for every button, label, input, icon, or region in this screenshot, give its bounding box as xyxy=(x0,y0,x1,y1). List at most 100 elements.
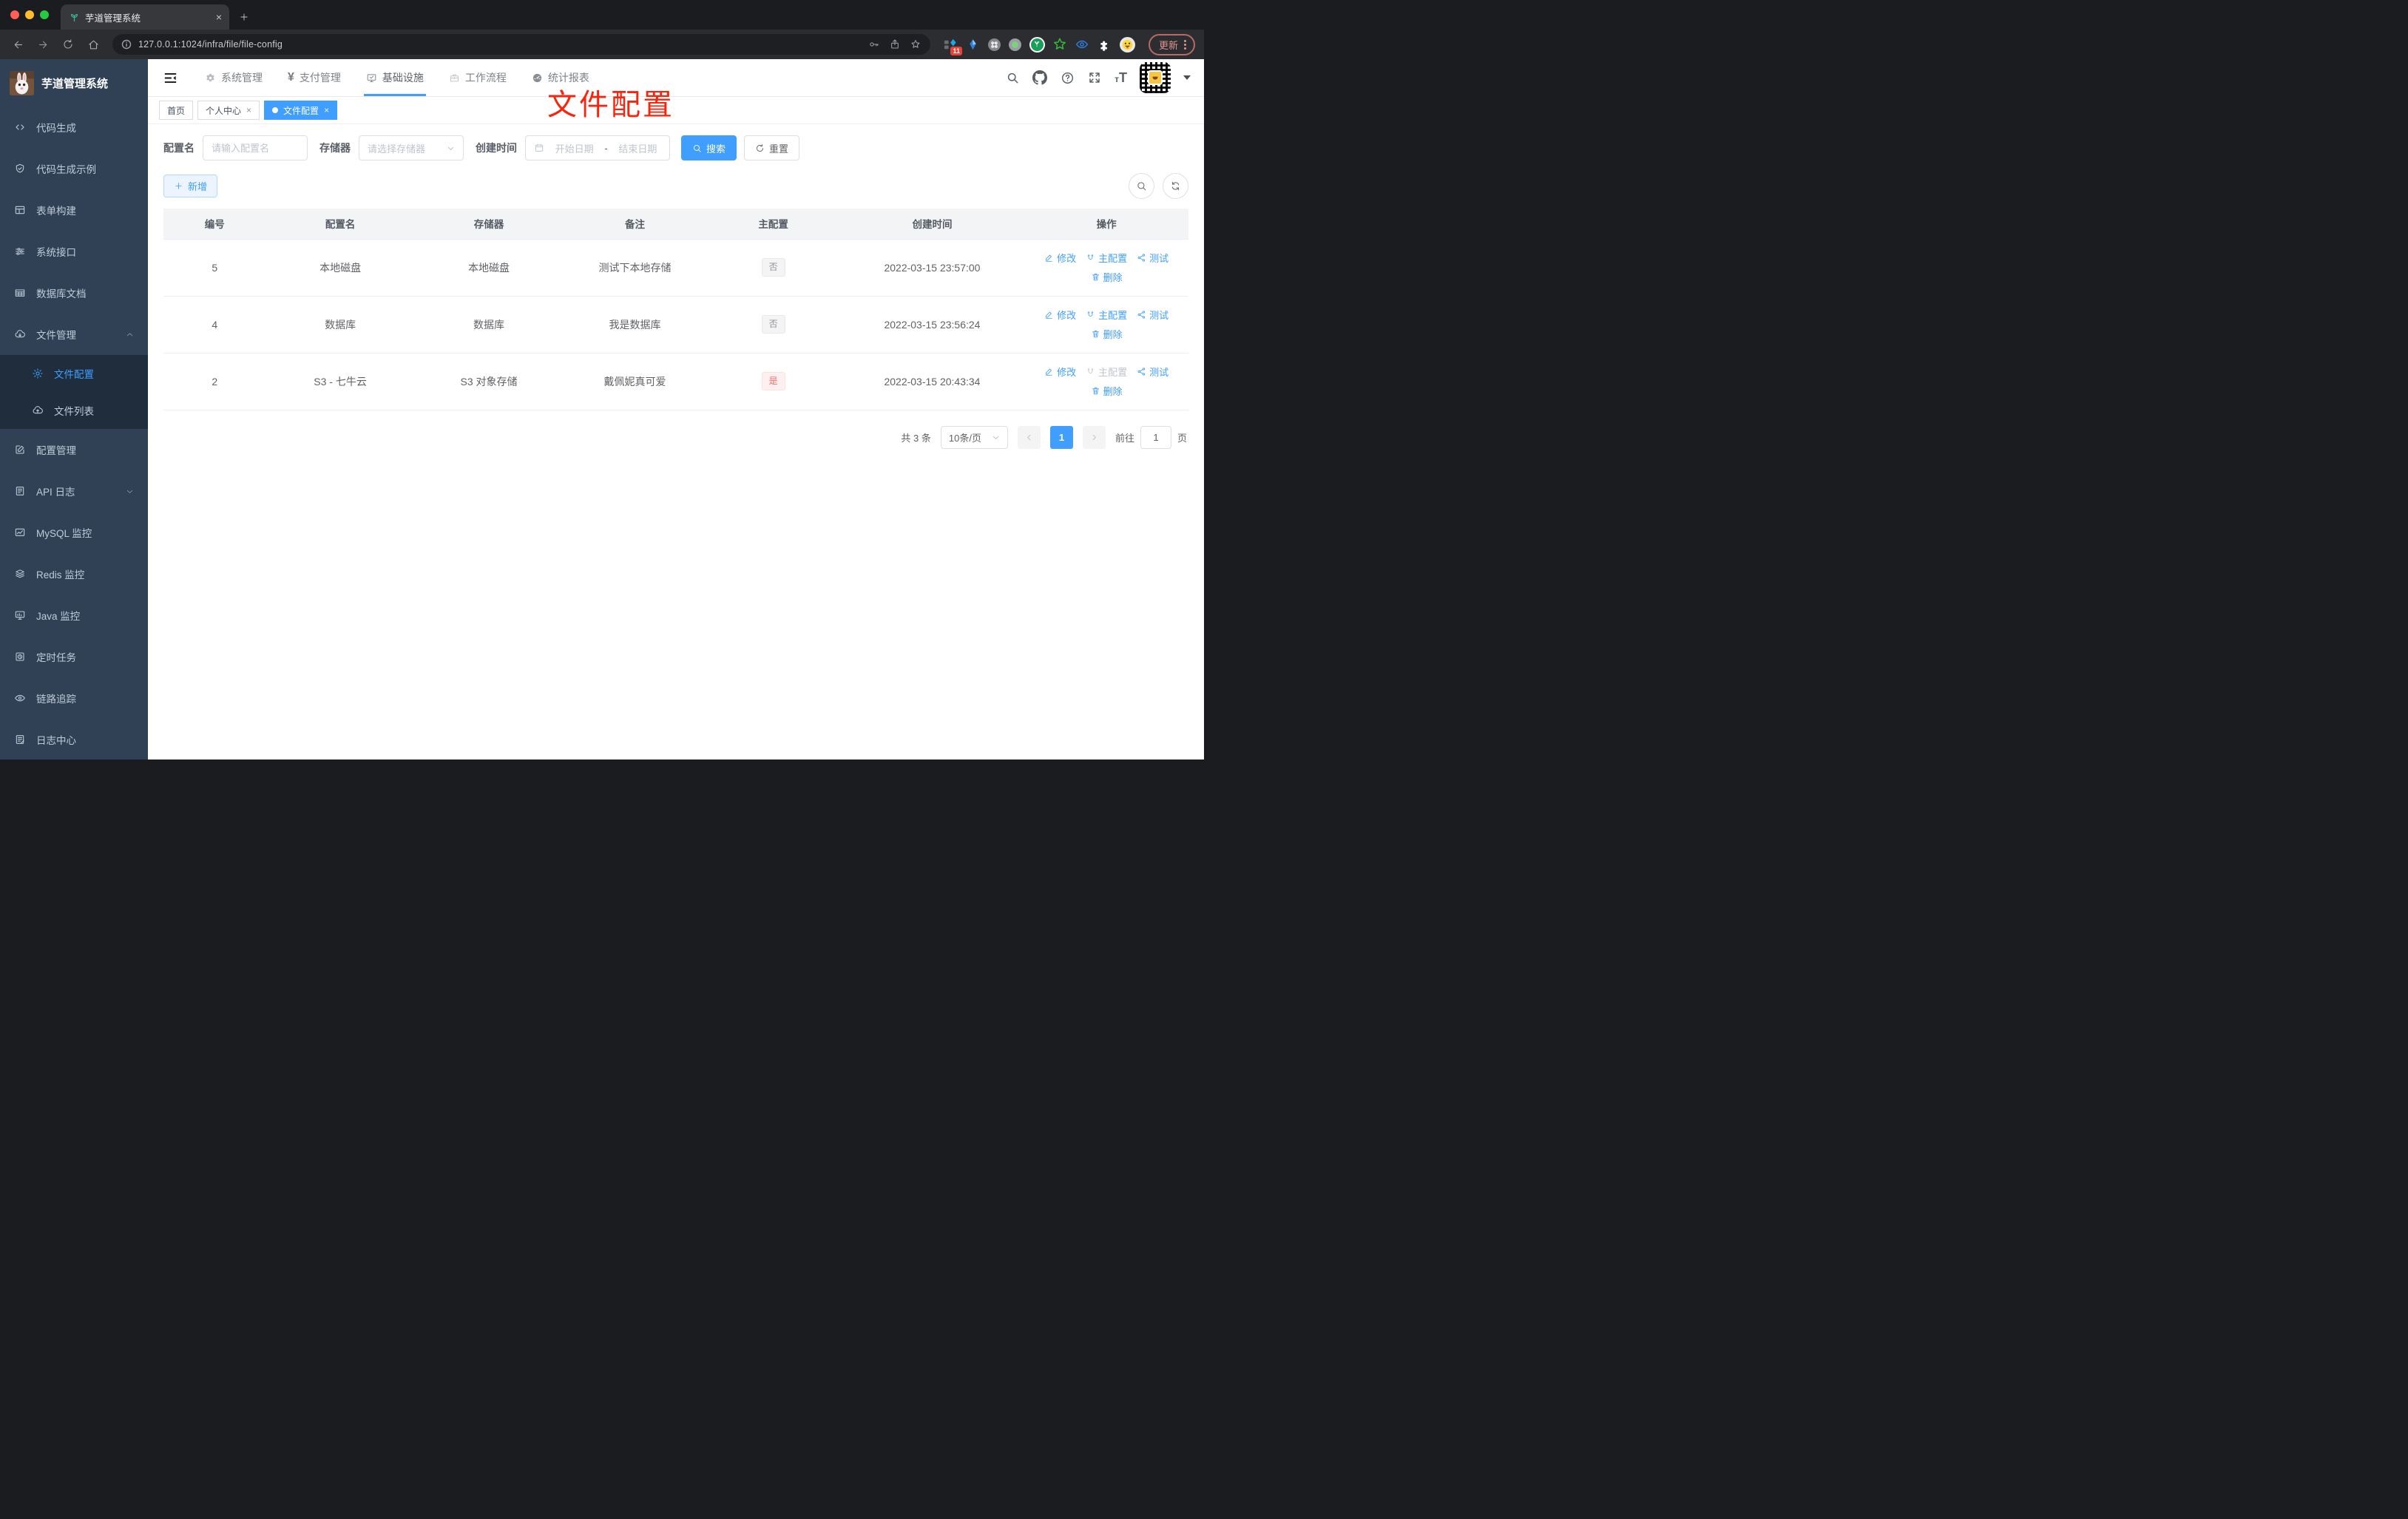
sidebar-item-file-config[interactable]: 文件配置 xyxy=(0,355,148,392)
search-icon[interactable] xyxy=(1005,70,1020,85)
sidebar-item-config-management[interactable]: 配置管理 xyxy=(0,429,148,470)
nav-item-infrastructure[interactable]: 基础设施 xyxy=(354,59,436,96)
next-page-button[interactable] xyxy=(1082,425,1106,449)
extension-grid-icon[interactable]: 11 xyxy=(944,38,962,55)
browser-update-button[interactable]: 更新 xyxy=(1148,33,1195,55)
schedule-clock-icon xyxy=(16,652,24,661)
table-row: 4 数据库 数据库 我是数据库 否 2022-03-15 23:56:24 修改… xyxy=(163,296,1188,353)
extension-pin-icon[interactable] xyxy=(966,38,980,52)
filter-time-label: 创建时间 xyxy=(476,142,517,154)
reset-button[interactable]: 重置 xyxy=(744,135,800,160)
sidebar-fold-icon[interactable] xyxy=(158,66,182,89)
sidebar-item-api-log[interactable]: API 日志 xyxy=(0,470,148,512)
extension-dot-icon[interactable] xyxy=(1008,38,1021,51)
goto-page-input[interactable] xyxy=(1140,425,1171,449)
app-logo: 芋道管理系统 xyxy=(0,59,148,106)
nav-item-reports[interactable]: 统计报表 xyxy=(519,59,602,96)
delete-link[interactable]: 删除 xyxy=(1091,270,1123,284)
sidebar-item-trace[interactable]: 链路追踪 xyxy=(0,677,148,719)
filter-name-label: 配置名 xyxy=(163,142,195,154)
magnet-icon xyxy=(1087,368,1094,373)
sidebar-item-java-monitor[interactable]: Java 监控 xyxy=(0,595,148,636)
active-dot xyxy=(272,107,279,113)
font-size-icon[interactable]: тT xyxy=(1115,70,1127,86)
sidebar-item-file-list[interactable]: 文件列表 xyxy=(0,392,148,429)
help-icon[interactable] xyxy=(1060,70,1075,85)
tag-close-icon[interactable]: × xyxy=(324,105,329,115)
tag-close-icon[interactable]: × xyxy=(246,105,251,115)
sidebar-item-log-center[interactable]: 日志中心 xyxy=(0,719,148,760)
delete-link[interactable]: 删除 xyxy=(1091,384,1123,398)
tag-profile[interactable]: 个人中心 × xyxy=(197,101,260,120)
page-size-select[interactable]: 10条/页 xyxy=(940,425,1008,449)
test-link[interactable]: 测试 xyxy=(1137,251,1169,265)
date-range-picker[interactable]: 开始日期 - 结束日期 xyxy=(525,135,670,160)
back-button[interactable] xyxy=(9,35,27,53)
sidebar-item-db-doc[interactable]: 数据库文档 xyxy=(0,272,148,314)
extension-eye-icon[interactable] xyxy=(1075,38,1089,52)
cell-storage: 数据库 xyxy=(414,296,564,353)
new-tab-button[interactable] xyxy=(234,7,254,27)
share-nodes-icon xyxy=(1137,368,1146,376)
sidebar-item-system-api[interactable]: 系统接口 xyxy=(0,231,148,272)
reload-button[interactable] xyxy=(59,35,77,53)
config-name-input[interactable] xyxy=(212,142,299,154)
nav-item-workflow[interactable]: 工作流程 xyxy=(436,59,519,96)
test-link[interactable]: 测试 xyxy=(1137,308,1169,322)
extension-puzzle-icon[interactable] xyxy=(1098,38,1112,52)
edit-link[interactable]: 修改 xyxy=(1044,251,1076,265)
site-info-icon[interactable] xyxy=(121,39,132,50)
forward-button[interactable] xyxy=(34,35,52,53)
window-minimize-button[interactable] xyxy=(25,10,34,19)
trash-icon xyxy=(1092,331,1099,338)
sidebar-item-mysql-monitor[interactable]: MySQL 监控 xyxy=(0,512,148,553)
edit-link[interactable]: 修改 xyxy=(1044,365,1076,379)
prev-page-button[interactable] xyxy=(1017,425,1041,449)
sidebar-item-code-generation[interactable]: 代码生成 xyxy=(0,106,148,148)
extension-y-icon[interactable] xyxy=(1029,36,1045,53)
search-button[interactable]: 搜索 xyxy=(681,135,737,160)
edit-link[interactable]: 修改 xyxy=(1044,308,1076,322)
sidebar-item-form-builder[interactable]: 表单构建 xyxy=(0,189,148,231)
cloud-download-icon xyxy=(15,330,25,338)
window-close-button[interactable] xyxy=(10,10,19,19)
tab-close-icon[interactable]: × xyxy=(216,11,222,23)
bookmark-star-icon[interactable] xyxy=(910,38,921,50)
storage-select[interactable]: 请选择存储器 xyxy=(359,135,464,160)
refresh-round-button[interactable] xyxy=(1163,173,1188,199)
github-icon[interactable] xyxy=(1032,70,1048,85)
show-search-round-button[interactable] xyxy=(1129,173,1154,199)
browser-tab[interactable]: 芋道管理系统 × xyxy=(61,4,229,30)
sidebar-item-code-example[interactable]: 代码生成示例 xyxy=(0,148,148,189)
tag-file-config[interactable]: 文件配置 × xyxy=(264,101,338,120)
share-icon[interactable] xyxy=(889,38,901,50)
nav-item-system[interactable]: 系统管理 xyxy=(192,59,275,96)
add-button[interactable]: 新增 xyxy=(163,175,218,197)
browser-menu-icon[interactable] xyxy=(1184,39,1186,50)
log-document-icon xyxy=(16,487,24,495)
sidebar-item-file-management[interactable]: 文件管理 xyxy=(0,314,148,355)
window-zoom-button[interactable] xyxy=(40,10,49,19)
nav-item-payment[interactable]: ¥ 支付管理 xyxy=(275,59,354,96)
file-management-submenu: 文件配置 文件列表 xyxy=(0,355,148,429)
extension-command-icon[interactable] xyxy=(987,38,1001,51)
test-link[interactable]: 测试 xyxy=(1137,365,1169,379)
master-config-link[interactable]: 主配置 xyxy=(1086,251,1127,265)
address-bar[interactable]: 127.0.0.1:1024/infra/file/file-config xyxy=(112,34,930,55)
avatar-qr-code[interactable] xyxy=(1140,62,1171,93)
edit-square-icon xyxy=(16,445,24,454)
sidebar-item-redis-monitor[interactable]: Redis 监控 xyxy=(0,553,148,595)
extension-star-icon[interactable] xyxy=(1053,38,1067,52)
home-button[interactable] xyxy=(84,35,102,53)
current-page-button[interactable]: 1 xyxy=(1049,425,1073,449)
eye-icon xyxy=(15,694,25,702)
avatar-caret-down-icon[interactable] xyxy=(1183,75,1191,84)
master-config-link[interactable]: 主配置 xyxy=(1086,308,1127,322)
extension-emoji-icon[interactable] xyxy=(1119,36,1135,53)
tag-home[interactable]: 首页 xyxy=(159,101,194,120)
sliders-icon xyxy=(16,248,24,255)
password-key-icon[interactable] xyxy=(868,38,880,50)
fullscreen-icon[interactable] xyxy=(1087,70,1102,85)
delete-link[interactable]: 删除 xyxy=(1091,327,1123,341)
sidebar-item-scheduled-tasks[interactable]: 定时任务 xyxy=(0,636,148,677)
